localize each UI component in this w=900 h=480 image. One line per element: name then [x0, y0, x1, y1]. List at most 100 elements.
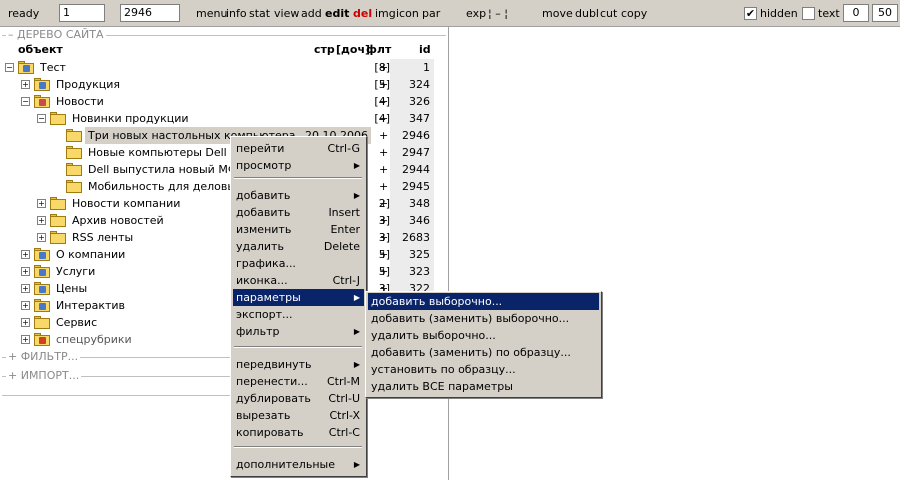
submenu-item[interactable]: добавить (заменить) выборочно... — [368, 310, 599, 327]
expand-icon[interactable]: + — [21, 80, 30, 89]
menu-shortcut: Ctrl-G — [327, 142, 360, 155]
tree-row-label[interactable]: Архив новостей — [69, 212, 167, 229]
submenu-item[interactable]: добавить выборочно... — [368, 293, 599, 310]
tree-row-label[interactable]: Новые компьютеры Dell Opt — [85, 144, 253, 161]
folder-icon — [66, 129, 82, 142]
tree-row-label[interactable]: Тест — [37, 59, 69, 76]
folder-icon — [50, 197, 66, 210]
submenu-arrow-icon: ▶ — [353, 327, 360, 336]
menu-item[interactable]: дополнительные ▶ — [233, 456, 364, 473]
expand-icon[interactable]: + — [21, 267, 30, 276]
par-link[interactable]: par — [422, 0, 440, 27]
tree-row-label[interactable]: Услуги — [53, 263, 98, 280]
add-link[interactable]: add — [301, 0, 322, 27]
tree-row-label[interactable]: Сервис — [53, 314, 100, 331]
menu-shortcut: Ctrl-U — [328, 392, 360, 405]
expand-icon[interactable]: + — [21, 318, 30, 327]
tree-row[interactable]: Dell выпустила новый МФУ +2944 — [2, 161, 446, 178]
header-id: id — [419, 43, 431, 56]
menu-item[interactable]: перенести... Ctrl-M — [233, 373, 364, 390]
tree-row[interactable]: Три новых настольных компьютера 20.10.20… — [2, 127, 446, 144]
tree-row[interactable]: + О компании 5] +325 — [2, 246, 446, 263]
tree-row[interactable]: Мобильность для деловых л +2945 — [2, 178, 446, 195]
tree-row-label[interactable]: Новинки продукции — [69, 110, 192, 127]
cut-link[interactable]: cut — [600, 0, 617, 27]
tree-row-label[interactable]: Новости компании — [69, 195, 183, 212]
collapse-icon[interactable]: − — [5, 63, 14, 72]
tree-row[interactable]: + RSS ленты 3] +2683 — [2, 229, 446, 246]
expand-icon[interactable]: + — [21, 335, 30, 344]
submenu-item[interactable]: удалить выборочно... — [368, 327, 599, 344]
tree-row-label[interactable]: Dell выпустила новый МФУ — [85, 161, 247, 178]
tree-row[interactable]: − Тест [8] +1 — [2, 59, 446, 76]
dubl-link[interactable]: dubl — [575, 0, 599, 27]
tree-row-label[interactable]: О компании — [53, 246, 128, 263]
submenu-item[interactable]: установить по образцу... — [368, 361, 599, 378]
icon-link[interactable]: icon — [396, 0, 419, 27]
copy-link[interactable]: copy — [621, 0, 647, 27]
menu-item[interactable]: вырезать Ctrl-X — [233, 407, 364, 424]
header-flt: флт — [366, 43, 392, 56]
tree-row-label[interactable]: Интерактив — [53, 297, 128, 314]
move-link[interactable]: move — [542, 0, 573, 27]
submenu-item[interactable]: добавить (заменить) по образцу... — [368, 344, 599, 361]
toolbar: ready 1 2946 menu info stat view add edi… — [0, 0, 900, 27]
tree-row[interactable]: + Продукция [5] +324 — [2, 76, 446, 93]
expand-icon[interactable]: + — [37, 199, 46, 208]
tree-legend[interactable]: – ДЕРЕВО САЙТА — [6, 29, 106, 41]
offset-field[interactable]: 0 — [843, 4, 869, 22]
tree-row[interactable]: − Новости [4] +326 — [2, 93, 446, 110]
filter-legend[interactable]: + ФИЛЬТР... — [6, 351, 81, 363]
tree-row-label[interactable]: Новости — [53, 93, 107, 110]
del-link[interactable]: del — [353, 0, 372, 27]
hidden-label: hidden — [760, 7, 798, 20]
menu-item[interactable]: параметры ▶ — [233, 289, 364, 306]
expand-icon[interactable]: + — [37, 233, 46, 242]
row-id: 348 — [390, 195, 434, 212]
submenu-item[interactable]: удалить ВСЕ параметры — [368, 378, 599, 395]
collapse-icon[interactable]: − — [37, 114, 46, 123]
tree-row[interactable]: + Услуги 5] +323 — [2, 263, 446, 280]
hidden-checkbox[interactable]: ✔ — [744, 7, 757, 20]
info-link[interactable]: info — [226, 0, 247, 27]
expand-icon[interactable]: + — [21, 301, 30, 310]
menu-item[interactable]: фильтр ▶ — [233, 323, 364, 340]
menu-item[interactable]: дублировать Ctrl-U — [233, 390, 364, 407]
menu-item[interactable]: передвинуть ▶ — [233, 356, 364, 373]
menu-item[interactable]: добавить ▶ — [233, 187, 364, 204]
menu-item[interactable]: изменить Enter — [233, 221, 364, 238]
menu-item[interactable]: копировать Ctrl-C — [233, 424, 364, 441]
tree-row-label[interactable]: Продукция — [53, 76, 123, 93]
limit-field[interactable]: 50 — [872, 4, 898, 22]
edit-link[interactable]: edit — [325, 0, 349, 27]
expand-icon[interactable]: + — [21, 284, 30, 293]
tree-row[interactable]: + Архив новостей 3] +346 — [2, 212, 446, 229]
view-link[interactable]: view — [274, 0, 299, 27]
img-link[interactable]: img — [375, 0, 396, 27]
id-field[interactable]: 2946 — [120, 4, 180, 22]
expand-icon[interactable]: + — [21, 250, 30, 259]
menu-link[interactable]: menu — [196, 0, 227, 27]
tree-row-label[interactable]: спецрубрики — [53, 331, 135, 348]
tree-row[interactable]: Новые компьютеры Dell Opt +2947 — [2, 144, 446, 161]
menu-item[interactable]: удалить Delete — [233, 238, 364, 255]
import-legend[interactable]: + ИМПОРТ... — [6, 370, 82, 382]
menu-item[interactable]: графика... — [233, 255, 364, 272]
tree-row[interactable]: + Новости компании 2] +348 — [2, 195, 446, 212]
collapse-icon[interactable]: − — [21, 97, 30, 106]
exp-link[interactable]: exp — [466, 0, 486, 27]
row-id: 347 — [390, 110, 434, 127]
menu-item[interactable]: экспорт... — [233, 306, 364, 323]
menu-item[interactable]: иконка... Ctrl-J — [233, 272, 364, 289]
tree-row-label[interactable]: RSS ленты — [69, 229, 136, 246]
tree-row[interactable]: − Новинки продукции [4] +347 — [2, 110, 446, 127]
menu-item[interactable]: добавить Insert — [233, 204, 364, 221]
stat-link[interactable]: stat — [249, 0, 270, 27]
tree-row-label[interactable]: Цены — [53, 280, 90, 297]
text-checkbox[interactable] — [802, 7, 815, 20]
expand-icon[interactable]: + — [37, 216, 46, 225]
position-field[interactable]: 1 — [59, 4, 105, 22]
header-doc: [доч] — [336, 43, 371, 56]
menu-item[interactable]: просмотр ▶ — [233, 157, 364, 174]
menu-item[interactable]: перейти Ctrl-G — [233, 140, 364, 157]
